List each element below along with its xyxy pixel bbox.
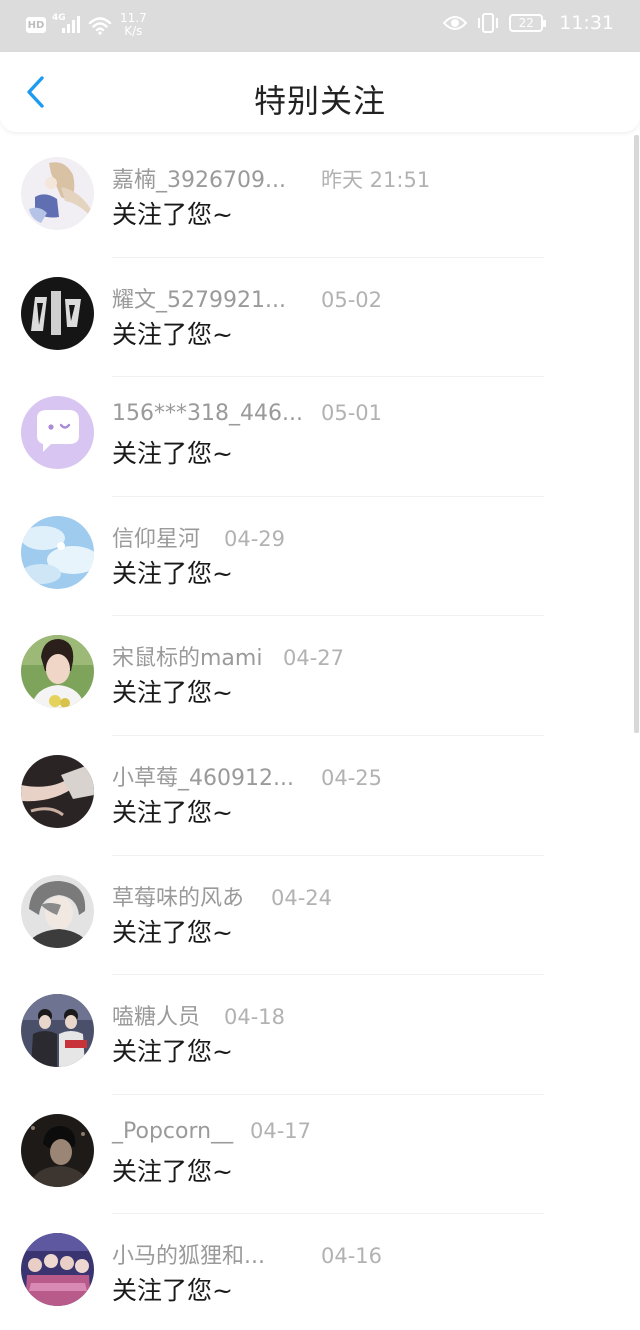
- list-item[interactable]: 156***318_446... 05-01 关注了您~: [0, 377, 640, 497]
- notification-message: 关注了您~: [112, 1037, 233, 1067]
- avatar[interactable]: [21, 1233, 94, 1307]
- avatar[interactable]: [21, 635, 94, 709]
- network-type-label: 4G: [52, 13, 66, 23]
- list-item[interactable]: 草莓味的风あ 04-24 关注了您~: [0, 856, 640, 976]
- user-name[interactable]: 宋鼠标的mami: [112, 640, 283, 672]
- list-item[interactable]: 宋鼠标的mami 04-27 关注了您~: [0, 616, 640, 736]
- user-name[interactable]: 156***318_446...: [112, 401, 321, 426]
- notification-time: 05-02: [321, 287, 383, 312]
- name-row: 宋鼠标的mami 04-27: [112, 640, 344, 672]
- notification-time: 昨天 21:51: [321, 168, 431, 192]
- name-row: 草莓味的风あ 04-24: [112, 880, 332, 912]
- user-name[interactable]: 小草莓_460912...: [112, 760, 321, 792]
- notification-message: 关注了您~: [112, 678, 233, 708]
- avatar[interactable]: [21, 754, 94, 828]
- avatar[interactable]: [21, 1113, 94, 1187]
- notification-time: 04-25: [321, 765, 383, 790]
- name-row: 小草莓_460912... 04-25: [112, 760, 382, 792]
- notification-message: 关注了您~: [112, 917, 233, 947]
- status-left: HD 4G 11.7 K/s: [26, 12, 147, 38]
- notification-time: 04-18: [224, 1005, 286, 1030]
- notification-message: 关注了您~: [112, 797, 233, 827]
- user-name[interactable]: _Popcorn__: [112, 1119, 250, 1144]
- notification-message: 关注了您~: [112, 439, 233, 469]
- name-row: 156***318_446... 05-01: [112, 401, 382, 426]
- header-bar: 特别关注: [0, 52, 640, 132]
- list-item[interactable]: _Popcorn__ 04-17 关注了您~: [0, 1095, 640, 1215]
- avatar[interactable]: [21, 396, 94, 470]
- notification-time: 04-24: [271, 885, 333, 910]
- user-name[interactable]: 草莓味的风あ: [112, 880, 271, 912]
- avatar[interactable]: [21, 874, 94, 948]
- list-item[interactable]: 小马的狐狸和... 04-16 关注了您~: [0, 1214, 640, 1330]
- page-title: 特别关注: [253, 82, 386, 120]
- notification-time: 05-01: [321, 401, 383, 426]
- name-row: _Popcorn__ 04-17: [112, 1119, 311, 1144]
- signal-icon: 4G: [52, 13, 82, 35]
- avatar[interactable]: [21, 276, 94, 350]
- notification-time: 04-16: [321, 1244, 383, 1269]
- user-name[interactable]: 小马的狐狸和...: [112, 1238, 321, 1270]
- name-row: 嘉楠_3926709... 昨天 21:51: [112, 162, 430, 194]
- avatar[interactable]: [21, 157, 94, 230]
- list-item[interactable]: 耀文_5279921... 05-02 关注了您~: [0, 258, 640, 378]
- notification-message: 关注了您~: [112, 1156, 233, 1186]
- notification-message: 关注了您~: [112, 1276, 233, 1306]
- notification-time: 04-27: [283, 646, 345, 671]
- battery-icon: 22: [509, 14, 547, 32]
- hd-icon: HD: [26, 17, 46, 33]
- list-item[interactable]: 嗑糖人员 04-18 关注了您~: [0, 975, 640, 1095]
- user-name[interactable]: 嘉楠_3926709...: [112, 162, 321, 194]
- name-row: 小马的狐狸和... 04-16: [112, 1238, 382, 1270]
- name-row: 耀文_5279921... 05-02: [112, 282, 382, 314]
- scrollbar[interactable]: [634, 135, 639, 733]
- user-name[interactable]: 耀文_5279921...: [112, 282, 321, 314]
- list-item[interactable]: 小草莓_460912... 04-25 关注了您~: [0, 736, 640, 856]
- avatar[interactable]: [21, 515, 94, 589]
- battery-level: 22: [518, 16, 534, 30]
- status-time: 11:31: [559, 12, 614, 34]
- user-name[interactable]: 嗑糖人员: [112, 999, 224, 1031]
- notification-time: 04-29: [224, 526, 286, 551]
- status-bar: HD 4G 11.7 K/s 22 11:31: [0, 0, 640, 52]
- list-item[interactable]: 信仰星河 04-29 关注了您~: [0, 497, 640, 617]
- notification-list: 嘉楠_3926709... 昨天 21:51 关注了您~ 耀文_5279921.…: [0, 138, 640, 1330]
- notification-message: 关注了您~: [112, 319, 233, 349]
- network-speed: 11.7 K/s: [120, 12, 147, 38]
- name-row: 嗑糖人员 04-18: [112, 999, 285, 1031]
- wifi-icon: [88, 17, 112, 35]
- eye-icon: [443, 16, 468, 30]
- avatar[interactable]: [21, 994, 94, 1068]
- notification-time: 04-17: [250, 1118, 312, 1143]
- vibrate-icon: [478, 13, 499, 33]
- name-row: 信仰星河 04-29: [112, 521, 285, 553]
- notification-message: 关注了您~: [112, 558, 233, 588]
- notification-message: 关注了您~: [112, 200, 233, 229]
- user-name[interactable]: 信仰星河: [112, 521, 224, 553]
- list-item[interactable]: 嘉楠_3926709... 昨天 21:51 关注了您~: [0, 138, 640, 258]
- status-right: 22 11:31: [443, 12, 614, 34]
- speed-unit: K/s: [124, 24, 143, 38]
